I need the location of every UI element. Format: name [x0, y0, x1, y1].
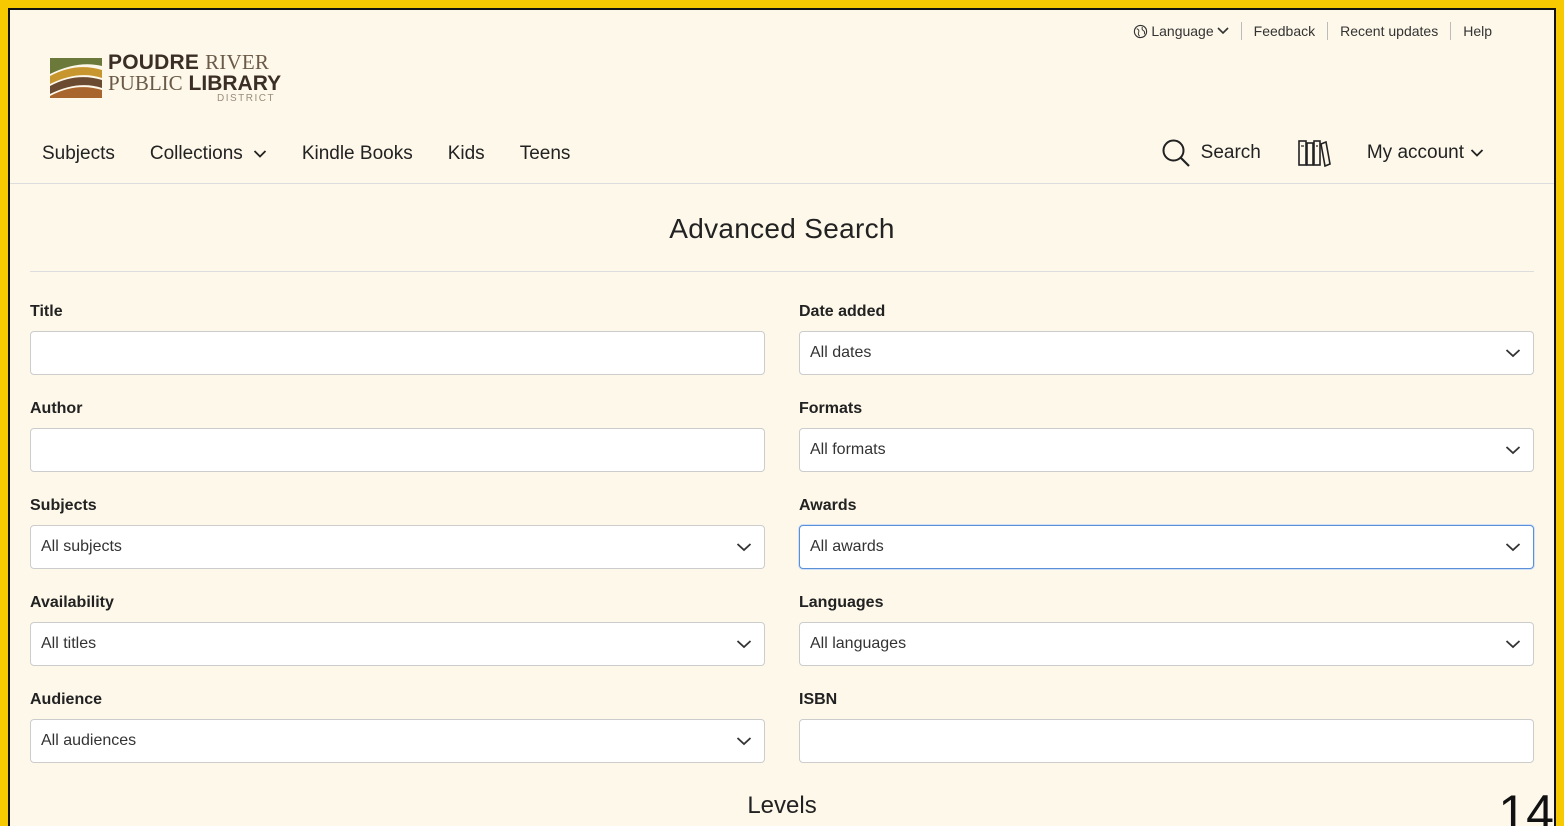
- language-menu[interactable]: Language: [1121, 22, 1240, 40]
- isbn-input[interactable]: [799, 719, 1534, 763]
- languages-label: Languages: [799, 594, 884, 611]
- my-account-label: My account: [1366, 142, 1464, 163]
- audience-select[interactable]: All audiences: [30, 719, 765, 763]
- chevron-down-icon: [1505, 640, 1521, 649]
- levels-heading: Levels: [747, 792, 817, 819]
- search-icon: [1162, 139, 1190, 167]
- utility-nav: Language Feedback Recent updates Help: [1121, 22, 1504, 40]
- search-button[interactable]: Search: [1161, 138, 1261, 168]
- date-added-select[interactable]: All dates: [799, 331, 1534, 375]
- chevron-down-icon: [253, 150, 266, 158]
- languages-value: All languages: [810, 635, 907, 652]
- my-account-menu[interactable]: My account: [1367, 142, 1484, 164]
- field-availability: Availability All titles: [30, 593, 765, 690]
- nav-kindle-books[interactable]: Kindle Books: [302, 143, 413, 165]
- chevron-down-icon: [1217, 27, 1229, 35]
- field-isbn: ISBN: [799, 690, 1534, 787]
- logo-word-district: DISTRICT: [216, 93, 276, 104]
- formats-value: All formats: [810, 441, 886, 458]
- awards-value: All awards: [810, 538, 884, 555]
- subjects-value: All subjects: [41, 538, 122, 555]
- audience-label: Audience: [30, 691, 103, 708]
- field-date-added: Date added All dates: [799, 302, 1534, 399]
- field-formats: Formats All formats: [799, 399, 1534, 496]
- audience-value: All audiences: [41, 732, 137, 749]
- logo-word-river: RIVER: [205, 50, 270, 74]
- field-author: Author: [30, 399, 765, 496]
- subjects-label: Subjects: [30, 497, 97, 514]
- nav-collections[interactable]: Collections: [150, 143, 267, 165]
- corner-number: 14: [1498, 785, 1554, 826]
- awards-label: Awards: [799, 497, 857, 514]
- site-header: Language Feedback Recent updates Help PO…: [10, 10, 1554, 184]
- chevron-down-icon: [736, 543, 752, 552]
- subjects-select[interactable]: All subjects: [30, 525, 765, 569]
- field-audience: Audience All audiences: [30, 690, 765, 787]
- nav-teens[interactable]: Teens: [520, 143, 571, 165]
- author-label: Author: [30, 400, 83, 417]
- field-title: Title: [30, 302, 765, 399]
- title-input[interactable]: [30, 331, 765, 375]
- chevron-down-icon: [1470, 149, 1484, 157]
- chevron-down-icon: [1505, 446, 1521, 455]
- nav-subjects-label: Subjects: [42, 143, 115, 164]
- availability-label: Availability: [30, 594, 114, 611]
- nav-collections-label: Collections: [149, 143, 243, 164]
- availability-select[interactable]: All titles: [30, 622, 765, 666]
- nav-teens-label: Teens: [519, 143, 571, 164]
- nav-kindle-books-label: Kindle Books: [301, 143, 413, 164]
- nav-kids[interactable]: Kids: [448, 143, 485, 165]
- bookshelf-icon: [1298, 140, 1331, 168]
- logo-word-library: LIBRARY: [188, 72, 282, 95]
- globe-icon: [1134, 24, 1148, 38]
- advanced-search-main: Advanced Search Title Date added All dat…: [30, 185, 1534, 820]
- library-logo[interactable]: POUDRE RIVER PUBLIC LIBRARY DISTRICT: [48, 52, 281, 104]
- logo-mark-icon: [50, 58, 102, 98]
- chevron-down-icon: [1505, 543, 1521, 552]
- advanced-search-form: Title Date added All dates Author Format…: [30, 302, 1534, 787]
- nav-subjects[interactable]: Subjects: [42, 143, 115, 165]
- search-label: Search: [1200, 142, 1261, 163]
- title-label: Title: [30, 303, 63, 320]
- field-subjects: Subjects All subjects: [30, 496, 765, 593]
- recent-updates-link[interactable]: Recent updates: [1327, 22, 1450, 40]
- logo-word-public: PUBLIC: [108, 71, 183, 95]
- isbn-label: ISBN: [799, 691, 838, 708]
- chevron-down-icon: [736, 640, 752, 649]
- bookshelf-button[interactable]: [1297, 138, 1331, 168]
- feedback-link[interactable]: Feedback: [1240, 22, 1327, 40]
- languages-select[interactable]: All languages: [799, 622, 1534, 666]
- browser-frame: Language Feedback Recent updates Help PO…: [8, 8, 1556, 826]
- chevron-down-icon: [1505, 349, 1521, 358]
- awards-select[interactable]: All awards: [799, 525, 1534, 569]
- formats-label: Formats: [799, 400, 863, 417]
- nav-kids-label: Kids: [447, 143, 485, 164]
- field-awards: Awards All awards: [799, 496, 1534, 593]
- formats-select[interactable]: All formats: [799, 428, 1534, 472]
- help-link[interactable]: Help: [1450, 22, 1504, 40]
- chevron-down-icon: [736, 737, 752, 746]
- date-added-value: All dates: [810, 344, 872, 361]
- field-languages: Languages All languages: [799, 593, 1534, 690]
- header-actions: Search My account: [1125, 138, 1484, 168]
- availability-value: All titles: [41, 635, 97, 652]
- date-added-label: Date added: [799, 303, 886, 320]
- title-divider: [30, 271, 1534, 272]
- language-label: Language: [1151, 23, 1214, 39]
- main-nav: Subjects Collections Kindle Books Kids T…: [42, 143, 605, 165]
- author-input[interactable]: [30, 428, 765, 472]
- page-title: Advanced Search: [669, 213, 895, 244]
